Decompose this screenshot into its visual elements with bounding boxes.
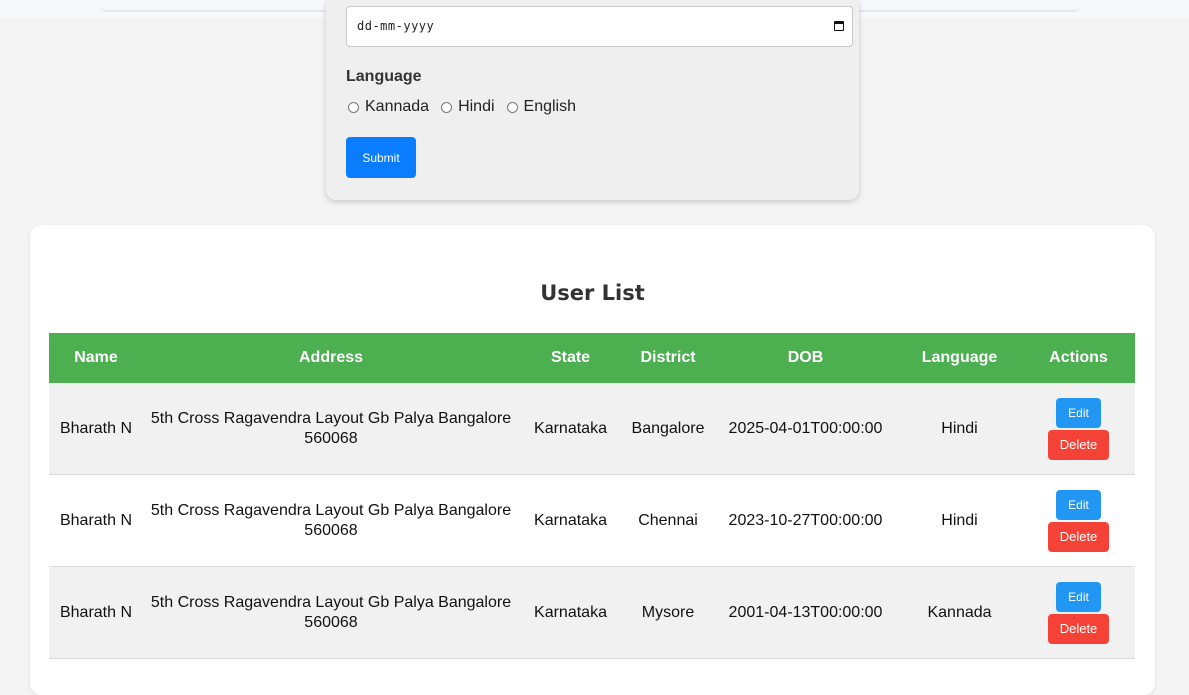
row-actions: Edit Delete: [1028, 581, 1129, 644]
radio-hindi[interactable]: Hindi: [441, 98, 495, 116]
radio-english[interactable]: English: [506, 98, 577, 116]
table-row: Bharath N 5th Cross Ragavendra Layout Gb…: [49, 474, 1135, 567]
cell-name: Bharath N: [49, 474, 143, 567]
radio-kannada[interactable]: Kannada: [348, 98, 429, 116]
cell-name: Bharath N: [49, 383, 143, 475]
radio-circle-icon[interactable]: [506, 101, 518, 113]
user-list-card: User List Name Address State District DO…: [30, 225, 1155, 695]
row-actions: Edit Delete: [1028, 397, 1129, 460]
cell-address: 5th Cross Ragavendra Layout Gb Palya Ban…: [143, 383, 519, 475]
cell-state: Karnataka: [519, 383, 622, 475]
cell-dob: 2001-04-13T00:00:00: [714, 566, 897, 659]
user-list-title: User List: [540, 281, 645, 305]
language-label: Language: [346, 68, 422, 85]
column-header-district: District: [622, 333, 714, 383]
row-actions: Edit Delete: [1028, 489, 1129, 552]
user-table: Name Address State District DOB Language…: [49, 333, 1135, 659]
cell-dob: 2023-10-27T00:00:00: [714, 474, 897, 567]
column-header-actions: Actions: [1022, 333, 1135, 383]
cell-district: Bangalore: [622, 383, 714, 475]
radio-circle-icon[interactable]: [441, 101, 453, 113]
user-form-card: dd-mm-yyyy Language Kannada Hindi Englis…: [326, 0, 859, 200]
dob-placeholder: dd-mm-yyyy: [357, 19, 435, 33]
cell-actions: Edit Delete: [1022, 566, 1135, 659]
cell-actions: Edit Delete: [1022, 383, 1135, 475]
column-header-name: Name: [49, 333, 143, 383]
column-header-dob: DOB: [714, 333, 897, 383]
column-header-state: State: [519, 333, 622, 383]
radio-label: Hindi: [458, 98, 495, 115]
cell-language: Kannada: [897, 566, 1022, 659]
calendar-icon[interactable]: [834, 21, 844, 31]
delete-button[interactable]: Delete: [1048, 521, 1109, 552]
cell-address: 5th Cross Ragavendra Layout Gb Palya Ban…: [143, 566, 519, 659]
table-row: Bharath N 5th Cross Ragavendra Layout Gb…: [49, 383, 1135, 475]
cell-state: Karnataka: [519, 566, 622, 659]
delete-button[interactable]: Delete: [1048, 429, 1109, 460]
submit-button[interactable]: Submit: [346, 137, 416, 178]
cell-district: Chennai: [622, 474, 714, 567]
cell-language: Hindi: [897, 474, 1022, 567]
column-header-address: Address: [143, 333, 519, 383]
table-row: Bharath N 5th Cross Ragavendra Layout Gb…: [49, 566, 1135, 659]
dob-input[interactable]: dd-mm-yyyy: [346, 6, 853, 47]
cell-language: Hindi: [897, 383, 1022, 475]
radio-label: English: [523, 98, 577, 115]
cell-state: Karnataka: [519, 474, 622, 567]
edit-button[interactable]: Edit: [1056, 581, 1101, 612]
table-header-row: Name Address State District DOB Language…: [49, 333, 1135, 383]
radio-label: Kannada: [365, 98, 430, 115]
radio-circle-icon[interactable]: [348, 101, 359, 113]
column-header-language: Language: [897, 333, 1022, 383]
cell-actions: Edit Delete: [1022, 474, 1135, 567]
cell-address: 5th Cross Ragavendra Layout Gb Palya Ban…: [143, 474, 519, 567]
edit-button[interactable]: Edit: [1056, 489, 1101, 520]
edit-button[interactable]: Edit: [1056, 397, 1101, 428]
delete-button[interactable]: Delete: [1048, 613, 1109, 644]
language-radio-group: Kannada Hindi English: [348, 98, 588, 116]
cell-name: Bharath N: [49, 566, 143, 659]
cell-dob: 2025-04-01T00:00:00: [714, 383, 897, 475]
cell-district: Mysore: [622, 566, 714, 659]
